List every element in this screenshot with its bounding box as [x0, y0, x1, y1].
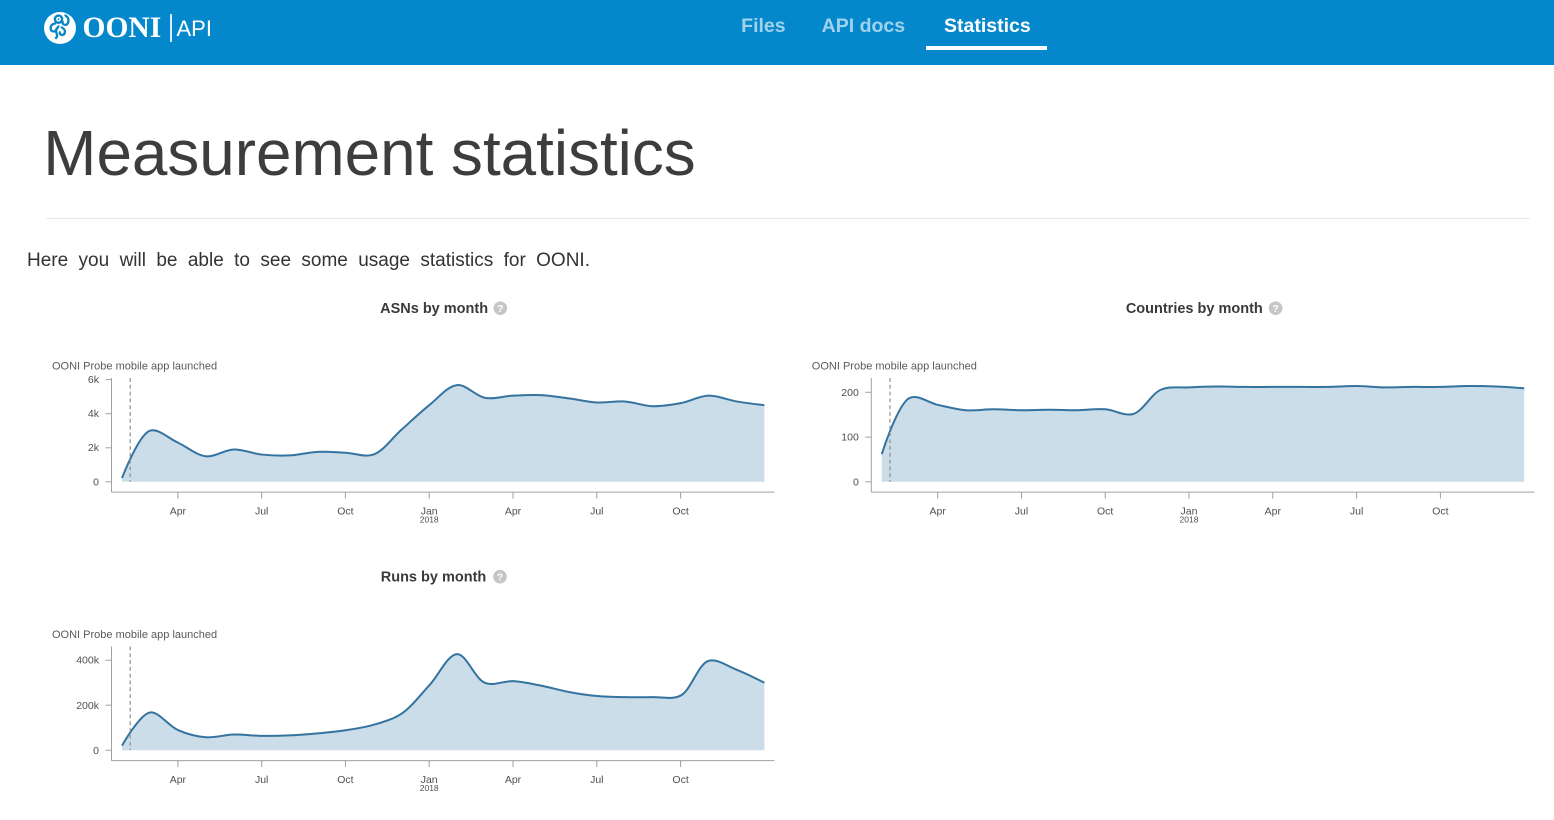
svg-text:Oct: Oct — [672, 505, 688, 517]
svg-text:Oct: Oct — [337, 505, 353, 517]
svg-text:Apr: Apr — [170, 774, 187, 786]
svg-text:4k: 4k — [88, 408, 100, 420]
svg-text:Jul: Jul — [255, 505, 268, 517]
svg-text:Oct: Oct — [672, 774, 688, 786]
svg-text:200: 200 — [841, 387, 859, 399]
svg-text:2018: 2018 — [420, 783, 439, 793]
svg-text:OONI Probe mobile app launched: OONI Probe mobile app launched — [52, 360, 217, 372]
svg-text:2018: 2018 — [1180, 515, 1199, 525]
svg-text:0: 0 — [93, 745, 99, 757]
svg-text:100: 100 — [841, 432, 859, 444]
svg-text:Countries by month: Countries by month — [1126, 301, 1263, 317]
svg-text:2018: 2018 — [420, 515, 439, 525]
svg-text:0: 0 — [853, 476, 859, 488]
svg-text:OONI Probe mobile app launched: OONI Probe mobile app launched — [812, 360, 977, 372]
svg-text:Apr: Apr — [505, 774, 522, 786]
svg-text:Apr: Apr — [930, 505, 947, 517]
svg-text:Apr: Apr — [1265, 505, 1282, 517]
svg-text:Runs by month: Runs by month — [381, 569, 487, 585]
svg-text:OONI Probe mobile app launched: OONI Probe mobile app launched — [52, 629, 217, 641]
svg-text:Oct: Oct — [1432, 505, 1448, 517]
svg-text:400k: 400k — [76, 655, 100, 667]
svg-text:?: ? — [497, 571, 503, 583]
svg-text:Jul: Jul — [1015, 505, 1028, 517]
svg-text:Jul: Jul — [1350, 505, 1363, 517]
svg-text:Oct: Oct — [1097, 505, 1113, 517]
svg-text:0: 0 — [93, 476, 99, 488]
svg-text:2k: 2k — [88, 442, 100, 454]
svg-text:Apr: Apr — [170, 505, 187, 517]
svg-text:?: ? — [1272, 303, 1278, 315]
svg-text:Jul: Jul — [255, 774, 268, 786]
svg-text:6k: 6k — [88, 374, 100, 386]
svg-text:ASNs by month: ASNs by month — [380, 301, 488, 317]
svg-text:Jul: Jul — [590, 774, 603, 786]
svg-text:?: ? — [497, 303, 503, 315]
svg-text:200k: 200k — [76, 700, 100, 712]
svg-text:Jul: Jul — [590, 505, 603, 517]
svg-text:Apr: Apr — [505, 505, 522, 517]
svg-text:Oct: Oct — [337, 774, 353, 786]
